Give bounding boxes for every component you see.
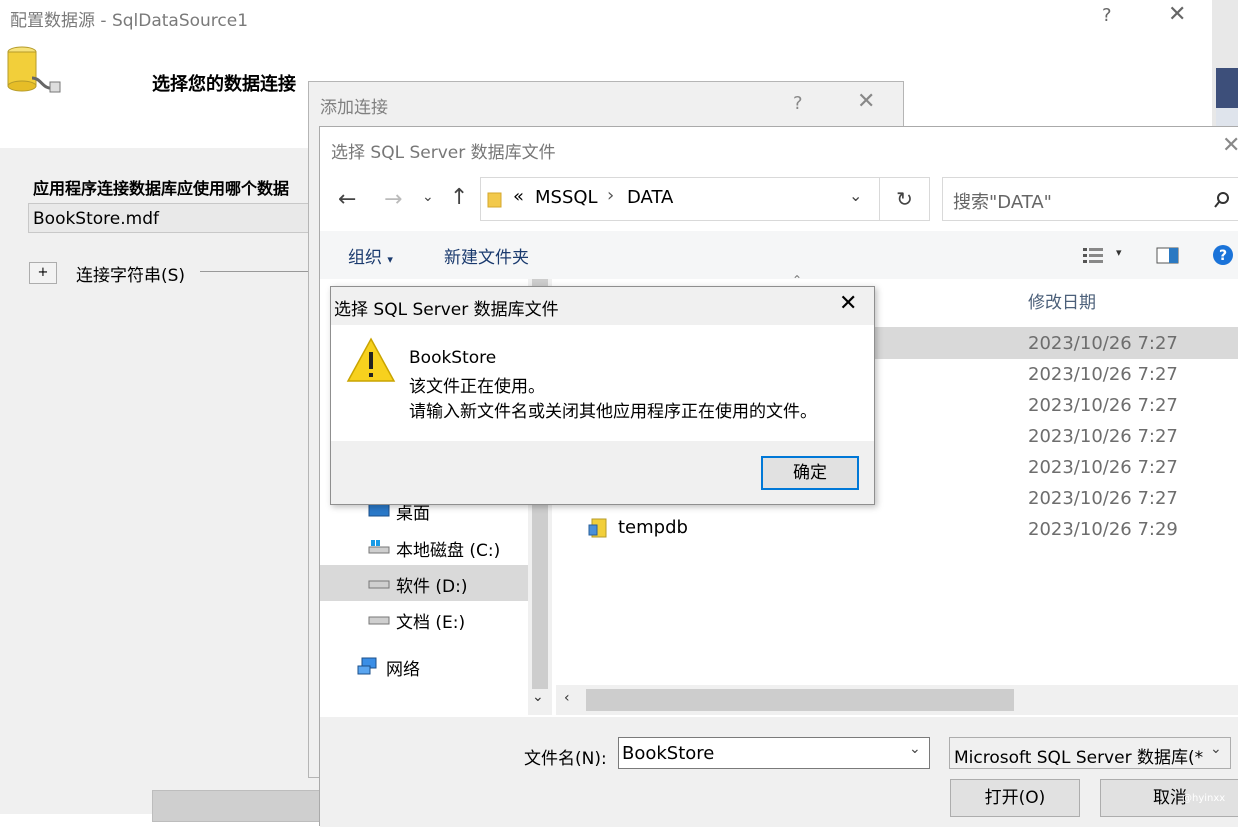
address-dropdown-chevron-icon[interactable]: ⌄ xyxy=(849,186,862,205)
organize-dropdown-icon: ▾ xyxy=(387,253,393,266)
breadcrumb-separator: › xyxy=(607,185,615,206)
up-arrow-icon[interactable]: ↑ xyxy=(450,185,468,210)
message-box-content: BookStore 该文件正在使用。 请输入新文件名或关闭其他应用程序正在使用的… xyxy=(331,325,874,441)
file-name-dropdown-chevron-icon[interactable]: ⌄ xyxy=(909,741,921,757)
preview-pane-icon[interactable] xyxy=(1156,247,1180,265)
svg-text:?: ? xyxy=(1219,248,1227,264)
nav-scroll-down-chevron-icon[interactable]: ⌄ xyxy=(532,689,544,705)
file-type-dropdown-chevron-icon[interactable]: ⌄ xyxy=(1210,741,1222,757)
database-plug-icon xyxy=(7,46,61,93)
warning-icon xyxy=(346,337,396,382)
nav-item-label: 网络 xyxy=(386,660,420,680)
ok-button[interactable]: 确定 xyxy=(761,456,859,490)
nav-item-label: 本地磁盘 (C:) xyxy=(396,541,501,561)
add-connection-close-button[interactable]: ✕ xyxy=(857,89,875,114)
file-dialog-footer: 文件名(N): BookStore ⌄ Microsoft SQL Server… xyxy=(320,717,1238,827)
expand-connection-string-button[interactable]: + xyxy=(29,262,57,284)
open-button[interactable]: 打开(O) xyxy=(950,779,1080,817)
file-dialog-close-button[interactable]: ✕ xyxy=(1222,133,1238,158)
connection-question: 应用程序连接数据库应使用哪个数据 xyxy=(33,179,290,198)
file-in-use-message-box: 选择 SQL Server 数据库文件 ✕ BookStore 该文件正在使用。… xyxy=(330,286,875,505)
background-window-edge xyxy=(1212,0,1238,130)
horizontal-scrollbar[interactable]: ‹ xyxy=(556,685,1238,715)
scroll-left-chevron-icon[interactable]: ‹ xyxy=(564,690,570,706)
help-icon[interactable]: ? xyxy=(1212,244,1234,266)
background-window-fragment xyxy=(1216,68,1238,108)
file-date: 2023/10/26 7:27 xyxy=(1028,457,1178,478)
address-bar[interactable]: « MSSQL › DATA ⌄ xyxy=(480,177,880,221)
refresh-icon[interactable]: ↻ xyxy=(880,177,930,221)
address-overflow[interactable]: « xyxy=(513,186,524,207)
message-line-instruction: 请输入新文件名或关闭其他应用程序正在使用的文件。 xyxy=(409,402,817,422)
search-placeholder: 搜索"DATA" xyxy=(953,192,1052,213)
view-details-icon[interactable] xyxy=(1082,245,1106,265)
connection-select[interactable]: BookStore.mdf xyxy=(28,203,328,233)
drive-c-icon xyxy=(368,540,390,554)
file-date: 2023/10/26 7:27 xyxy=(1028,426,1178,447)
file-row-tempdb[interactable]: tempdb xyxy=(588,515,988,543)
file-name-label: 文件名(N): xyxy=(524,749,607,769)
search-input[interactable]: 搜索"DATA" xyxy=(942,177,1238,221)
message-file-name: BookStore xyxy=(409,348,497,368)
file-name: tempdb xyxy=(618,517,688,538)
nav-item-label: 软件 (D:) xyxy=(396,577,468,597)
organize-label: 组织 xyxy=(348,248,382,268)
file-dialog-title: 选择 SQL Server 数据库文件 xyxy=(331,143,556,163)
divider xyxy=(200,271,320,272)
message-box-close-button[interactable]: ✕ xyxy=(839,291,857,316)
wizard-close-button[interactable]: ✕ xyxy=(1168,2,1186,27)
view-options-chevron-icon[interactable]: ▾ xyxy=(1116,246,1122,259)
connection-string-label: 连接字符串(S) xyxy=(76,266,186,286)
command-bar: 组织 ▾ 新建文件夹 ▾ ? xyxy=(320,231,1238,279)
file-name-value: BookStore xyxy=(622,743,715,764)
message-line-in-use: 该文件正在使用。 xyxy=(409,377,545,397)
file-name-input[interactable]: BookStore ⌄ xyxy=(618,737,930,769)
breadcrumb-mssql[interactable]: MSSQL xyxy=(535,187,598,208)
nav-item-label: 文档 (E:) xyxy=(396,613,466,633)
column-header-label: 修改日期 xyxy=(1028,293,1096,313)
folder-icon xyxy=(487,192,502,208)
message-box-title: 选择 SQL Server 数据库文件 xyxy=(334,300,559,320)
add-connection-title: 添加连接 xyxy=(320,98,388,118)
file-type-select[interactable]: Microsoft SQL Server 数据库(* ⌄ xyxy=(949,737,1231,769)
connection-select-value: BookStore.mdf xyxy=(33,209,159,229)
forward-arrow-icon[interactable]: → xyxy=(384,187,402,212)
wizard-step-title: 选择您的数据连接 xyxy=(152,74,296,95)
back-arrow-icon[interactable]: ← xyxy=(338,187,356,212)
drive-icon xyxy=(368,616,390,625)
database-file-icon xyxy=(588,518,607,538)
wizard-help-button[interactable]: ? xyxy=(1102,5,1112,26)
watermark: @hyinxx xyxy=(1182,793,1226,804)
wizard-titlebar: 配置数据源 - SqlDataSource1 ? ✕ xyxy=(0,0,1212,36)
file-type-value: Microsoft SQL Server 数据库(* xyxy=(954,748,1204,768)
file-date: 2023/10/26 7:27 xyxy=(1028,333,1178,354)
file-date: 2023/10/26 7:29 xyxy=(1028,519,1178,540)
search-icon[interactable] xyxy=(1213,191,1231,209)
new-folder-button[interactable]: 新建文件夹 xyxy=(444,243,529,268)
drive-icon xyxy=(368,580,390,589)
recent-chevron-down-icon[interactable]: ⌄ xyxy=(422,189,434,205)
file-date: 2023/10/26 7:27 xyxy=(1028,488,1178,509)
horizontal-scrollbar-thumb[interactable] xyxy=(586,689,1014,711)
sort-up-chevron-icon: ⌃ xyxy=(792,273,803,287)
add-connection-help-button[interactable]: ? xyxy=(793,93,803,114)
wizard-title: 配置数据源 - SqlDataSource1 xyxy=(10,11,249,31)
column-header-modified[interactable]: 修改日期 xyxy=(1020,279,1238,319)
network-icon xyxy=(357,657,377,675)
file-date: 2023/10/26 7:27 xyxy=(1028,395,1178,416)
breadcrumb-data[interactable]: DATA xyxy=(627,187,673,208)
file-date: 2023/10/26 7:27 xyxy=(1028,364,1178,385)
wizard-previous-button[interactable] xyxy=(152,790,324,822)
organize-menu[interactable]: 组织 ▾ xyxy=(348,243,393,268)
